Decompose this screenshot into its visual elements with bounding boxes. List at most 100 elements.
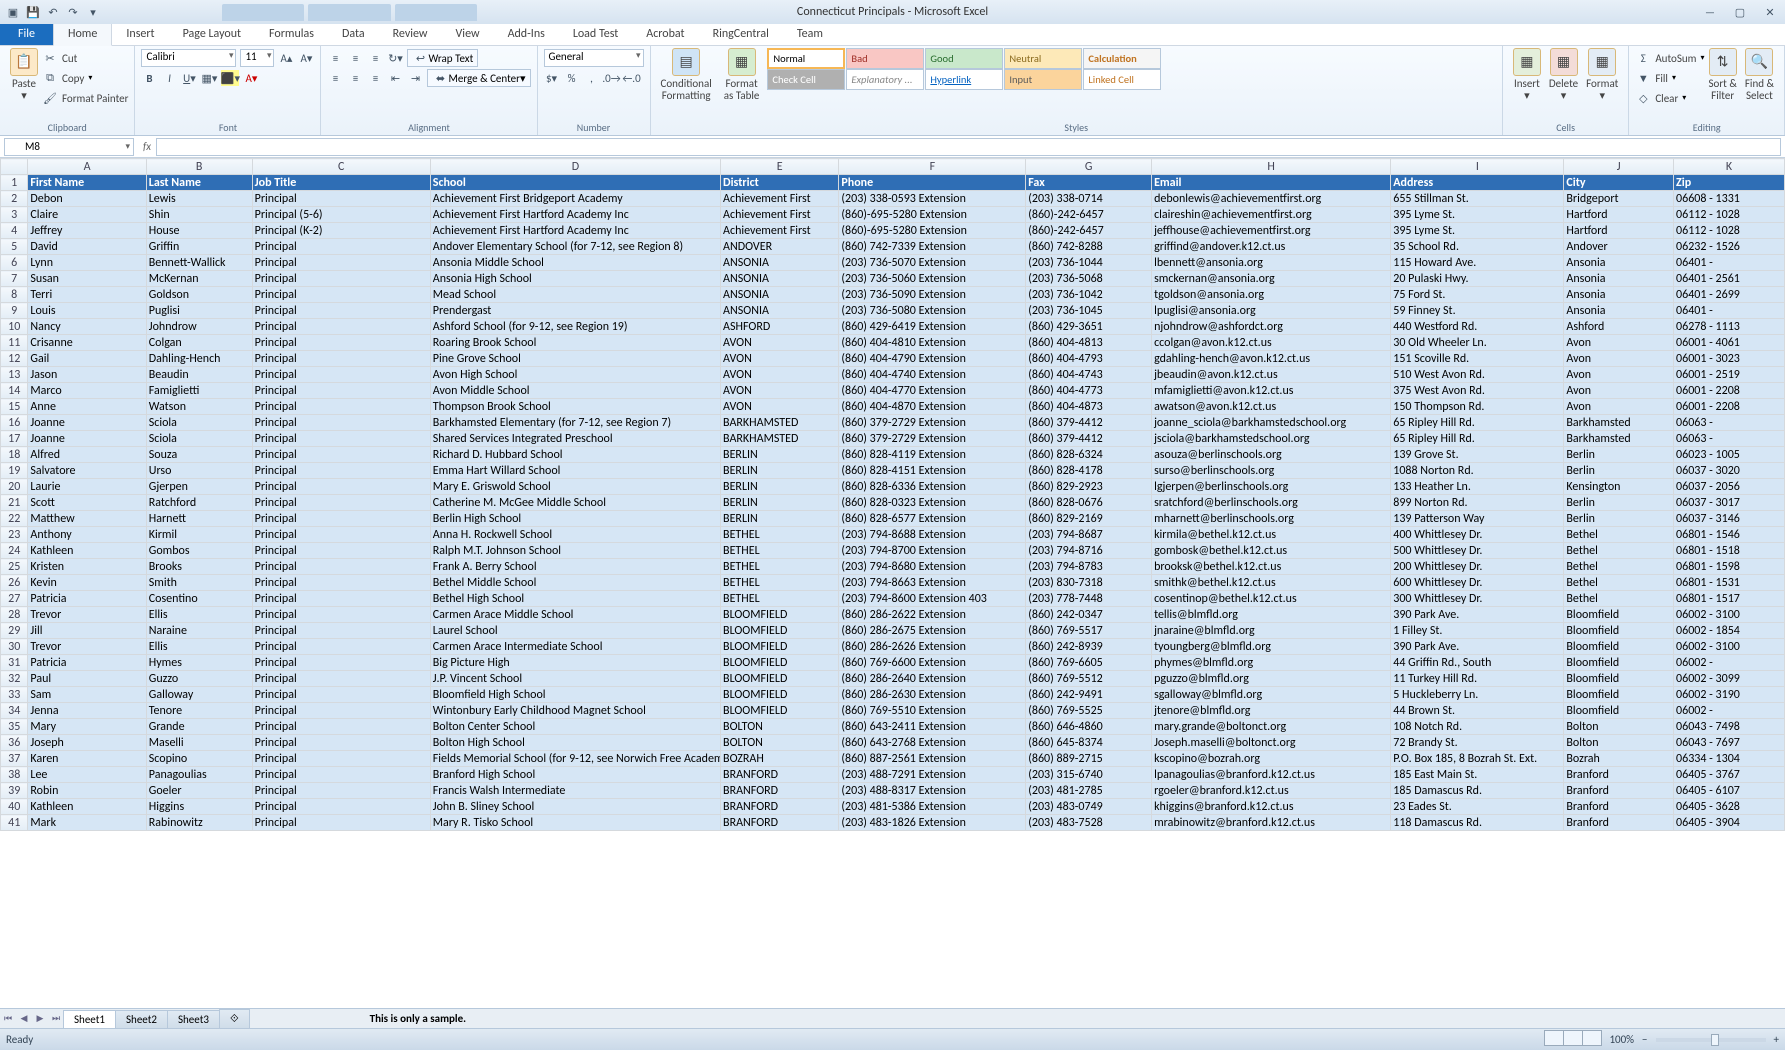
row-header[interactable]: 21 (1, 495, 28, 511)
cell[interactable]: rgoeler@branford.k12.ct.us (1152, 783, 1391, 799)
formula-input[interactable] (156, 138, 1781, 156)
cell[interactable]: (860)-242-6457 (1026, 207, 1152, 223)
row-header[interactable]: 18 (1, 447, 28, 463)
cell[interactable]: 06001 - 4061 (1674, 335, 1785, 351)
style-hyperlink[interactable]: Hyperlink (925, 69, 1003, 90)
cell[interactable]: (860) 404-4743 (1026, 367, 1152, 383)
background-window-tab[interactable] (395, 4, 477, 21)
qat-dropdown-icon[interactable]: ▾ (84, 3, 102, 21)
cell[interactable]: (203) 736-1045 (1026, 303, 1152, 319)
cell[interactable]: (860) 404-4740 Extension (839, 367, 1026, 383)
cell[interactable]: (203) 794-8716 (1026, 543, 1152, 559)
cell[interactable]: 118 Damascus Rd. (1391, 815, 1564, 831)
cell[interactable]: Principal (252, 351, 430, 367)
cell[interactable]: Joseph.maselli@boltonct.org (1152, 735, 1391, 751)
cell[interactable]: 30 Old Wheeler Ln. (1391, 335, 1564, 351)
cell[interactable]: Barkhamsted Elementary (for 7-12, see Re… (430, 415, 720, 431)
row-header[interactable]: 29 (1, 623, 28, 639)
row-header[interactable]: 31 (1, 655, 28, 671)
header-cell[interactable]: Address (1391, 175, 1564, 191)
cell[interactable]: BARKHAMSTED (721, 415, 839, 431)
cell[interactable]: 655 Stillman St. (1391, 191, 1564, 207)
cell[interactable]: BLOOMFIELD (721, 703, 839, 719)
cell[interactable]: Principal (252, 591, 430, 607)
currency-icon[interactable]: $▾ (544, 70, 560, 86)
cell[interactable]: (860) 828-4119 Extension (839, 447, 1026, 463)
cell[interactable]: (860) 643-2411 Extension (839, 719, 1026, 735)
cell[interactable]: kirmila@bethel.k12.ct.us (1152, 527, 1391, 543)
header-cell[interactable]: Job Title (252, 175, 430, 191)
column-header-A[interactable]: A (28, 159, 146, 175)
cell[interactable]: 440 Westford Rd. (1391, 319, 1564, 335)
cell[interactable]: 06405 - 3628 (1674, 799, 1785, 815)
cell[interactable]: Avon (1564, 383, 1674, 399)
row-header[interactable]: 34 (1, 703, 28, 719)
clear-button[interactable]: Clear (1655, 92, 1678, 105)
cell[interactable]: Principal (252, 479, 430, 495)
cell[interactable]: ANSONIA (721, 287, 839, 303)
cell[interactable]: Bloomfield (1564, 671, 1674, 687)
cell[interactable]: Anthony (28, 527, 146, 543)
cell[interactable]: Principal (252, 303, 430, 319)
cell[interactable]: (203) 736-1044 (1026, 255, 1152, 271)
cell[interactable]: jeffhouse@achievementfirst.org (1152, 223, 1391, 239)
cell[interactable]: 72 Brandy St. (1391, 735, 1564, 751)
cell[interactable]: Lewis (146, 191, 252, 207)
cell[interactable]: Principal (252, 399, 430, 415)
row-header[interactable]: 3 (1, 207, 28, 223)
cell[interactable]: (860) 404-4813 (1026, 335, 1152, 351)
merge-center-button[interactable]: ⬌Merge & Center▾ (427, 69, 530, 87)
cell[interactable]: Berlin (1564, 495, 1674, 511)
cell[interactable]: 06232 - 1526 (1674, 239, 1785, 255)
header-cell[interactable]: School (430, 175, 720, 191)
cell[interactable]: Avon High School (430, 367, 720, 383)
row-header[interactable]: 10 (1, 319, 28, 335)
cell[interactable]: Principal (252, 239, 430, 255)
cell[interactable]: Bloomfield High School (430, 687, 720, 703)
cell[interactable]: phymes@blmfld.org (1152, 655, 1391, 671)
cell[interactable]: Principal (252, 415, 430, 431)
header-cell[interactable]: Fax (1026, 175, 1152, 191)
header-cell[interactable]: Phone (839, 175, 1026, 191)
cell[interactable]: Terri (28, 287, 146, 303)
cell[interactable]: 06037 - 3020 (1674, 463, 1785, 479)
cell[interactable]: Principal (252, 751, 430, 767)
cell[interactable]: Patricia (28, 591, 146, 607)
cell[interactable]: P.O. Box 185, 8 Bozrah St. Ext. (1391, 751, 1564, 767)
wrap-text-button[interactable]: ↩Wrap Text (407, 49, 478, 67)
cell[interactable]: J.P. Vincent School (430, 671, 720, 687)
cell[interactable]: Principal (252, 671, 430, 687)
cell[interactable]: Bethel Middle School (430, 575, 720, 591)
row-header[interactable]: 38 (1, 767, 28, 783)
cell[interactable]: lgjerpen@berlinschools.org (1152, 479, 1391, 495)
style-bad[interactable]: Bad (846, 48, 924, 69)
cell[interactable]: BARKHAMSTED (721, 431, 839, 447)
cell[interactable]: (203) 488-8317 Extension (839, 783, 1026, 799)
view-buttons[interactable] (1544, 1030, 1601, 1049)
cell[interactable]: Ralph M.T. Johnson School (430, 543, 720, 559)
cell[interactable]: Souza (146, 447, 252, 463)
column-header-H[interactable]: H (1152, 159, 1391, 175)
cell[interactable]: Carmen Arace Middle School (430, 607, 720, 623)
cell[interactable]: Thompson Brook School (430, 399, 720, 415)
row-header[interactable]: 1 (1, 175, 28, 191)
cell[interactable]: Bethel (1564, 591, 1674, 607)
cell[interactable]: Principal (252, 287, 430, 303)
cell[interactable]: BERLIN (721, 479, 839, 495)
cell[interactable]: 390 Park Ave. (1391, 639, 1564, 655)
cell[interactable]: Shin (146, 207, 252, 223)
fill-button[interactable]: Fill (1655, 72, 1668, 85)
cell[interactable]: 06405 - 6107 (1674, 783, 1785, 799)
cell[interactable]: Trevor (28, 607, 146, 623)
fill-color-button[interactable]: ⬛▾ (221, 70, 239, 86)
cell[interactable]: Bloomfield (1564, 607, 1674, 623)
column-header-E[interactable]: E (721, 159, 839, 175)
align-bottom-icon[interactable]: ≡ (367, 50, 383, 66)
column-header-I[interactable]: I (1391, 159, 1564, 175)
row-header[interactable]: 6 (1, 255, 28, 271)
align-center-icon[interactable]: ≡ (347, 70, 363, 86)
row-header[interactable]: 28 (1, 607, 28, 623)
undo-icon[interactable]: ↶ (44, 3, 62, 21)
row-header[interactable]: 20 (1, 479, 28, 495)
cell[interactable]: (860) 828-6577 Extension (839, 511, 1026, 527)
